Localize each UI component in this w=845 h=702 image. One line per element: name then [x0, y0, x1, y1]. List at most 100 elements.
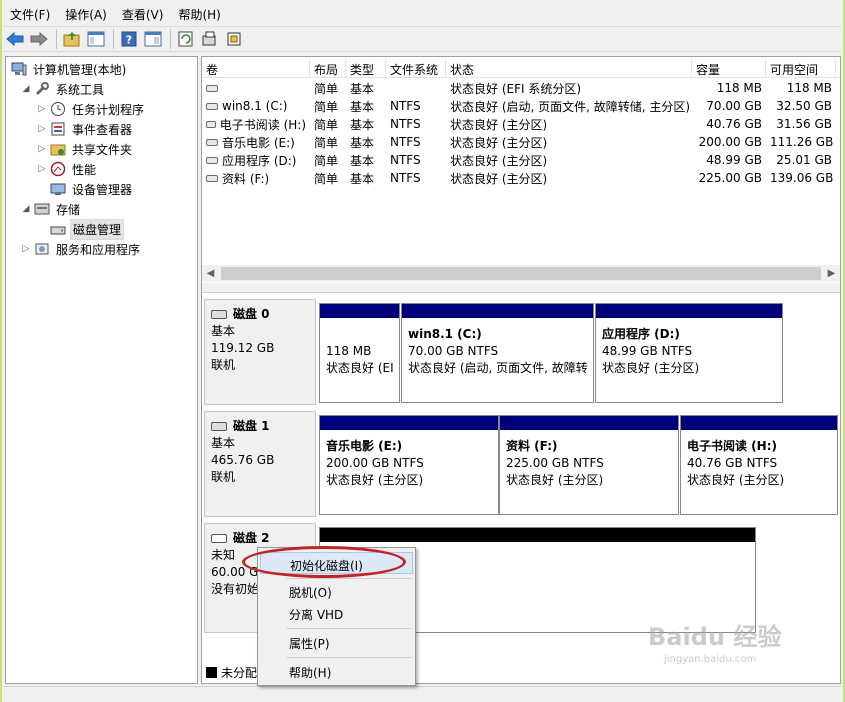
app-window: 文件(F) 操作(A) 查看(V) 帮助(H) ? 计算机管理(本地) ◢ 系统… [2, 0, 843, 702]
partition-bar [596, 304, 782, 318]
rescan-icon[interactable] [199, 28, 221, 50]
partition-c[interactable]: win8.1 (C:) 70.00 GB NTFS 状态良好 (启动, 页面文件… [401, 303, 594, 403]
navigation-tree: 计算机管理(本地) ◢ 系统工具 ▷ 任务计划程序 ▷ 事件查看器 ▷ 共享文件… [5, 56, 198, 684]
legend-unallocated: 未分配 [221, 666, 258, 680]
partition-efi[interactable]: 118 MB 状态良好 (EI [319, 303, 400, 403]
column-header-filesystem[interactable]: 文件系统 [386, 59, 446, 77]
table-row[interactable]: win8.1 (C:) 简单 基本 NTFS 状态良好 (启动, 页面文件, 故… [202, 97, 840, 115]
disk-name: 磁盘 1 [233, 419, 270, 433]
capacity-cell: 70.00 GB [706, 99, 762, 113]
unknown-disk-icon [211, 534, 227, 543]
filesystem-cell: NTFS [390, 171, 421, 185]
horizontal-scrollbar[interactable]: ◀ ▶ [202, 265, 840, 282]
performance-icon [50, 161, 66, 177]
tree-item-services[interactable]: ▷ 服务和应用程序 [20, 239, 142, 259]
partition-h[interactable]: 电子书阅读 (H:) 40.76 GB NTFS 状态良好 (主分区) [680, 415, 838, 515]
tree-item-computer-management[interactable]: 计算机管理(本地) [9, 59, 128, 79]
toolbar-separator [170, 29, 171, 49]
tree-item-shared-folders[interactable]: ▷ 共享文件夹 [36, 139, 134, 159]
tree-item-system-tools[interactable]: ◢ 系统工具 [20, 79, 106, 99]
menu-item-offline[interactable]: 脱机(O) [260, 580, 413, 602]
pane-splitter[interactable] [202, 283, 840, 293]
expand-arrow-icon[interactable]: ▷ [36, 104, 48, 114]
layout-cell: 简单 [314, 99, 339, 114]
drive-icon [206, 156, 218, 164]
tree-item-label: 共享文件夹 [72, 142, 133, 157]
highlight-ring [242, 546, 406, 578]
partition-f[interactable]: 资料 (F:) 225.00 GB NTFS 状态良好 (主分区) [499, 415, 679, 515]
expand-arrow-icon[interactable]: ▷ [36, 124, 48, 134]
tree-item-storage[interactable]: ◢ 存储 [20, 199, 82, 219]
scroll-left-icon[interactable]: ◀ [202, 268, 219, 279]
menu-item-detach-vhd[interactable]: 分离 VHD [260, 602, 413, 624]
menu-file[interactable]: 文件(F) [2, 3, 57, 25]
column-header-layout[interactable]: 布局 [310, 59, 346, 77]
tree-item-label: 计算机管理(本地) [33, 62, 127, 77]
legend: 未分配 [206, 664, 257, 681]
filesystem-cell: NTFS [390, 135, 421, 149]
menu-action[interactable]: 操作(A) [57, 3, 114, 25]
tree-item-event-viewer[interactable]: ▷ 事件查看器 [36, 119, 134, 139]
filesystem-cell: NTFS [390, 99, 421, 113]
expand-arrow-icon[interactable]: ▷ [20, 244, 32, 254]
column-header-status[interactable]: 状态 [446, 59, 692, 77]
expand-arrow-icon[interactable]: ▷ [36, 164, 48, 174]
column-header-type[interactable]: 类型 [346, 59, 386, 77]
menu-item-properties[interactable]: 属性(P) [260, 631, 413, 653]
tree-item-device-manager[interactable]: 设备管理器 [48, 179, 134, 199]
tree-item-task-scheduler[interactable]: ▷ 任务计划程序 [36, 99, 146, 119]
capacity-cell: 40.76 GB [706, 117, 762, 131]
forward-icon[interactable] [28, 28, 50, 50]
free-space-cell: 111.26 GB [770, 135, 834, 149]
type-cell: 基本 [350, 171, 375, 186]
partition-title: 资料 (F:) [506, 439, 558, 453]
clock-icon [50, 101, 66, 117]
column-header-free-space[interactable]: 可用空间 [766, 59, 836, 77]
volume-list: 简单 基本 状态良好 (EFI 系统分区) 118 MB 118 MB win8… [202, 79, 840, 187]
menu-help[interactable]: 帮助(H) [170, 3, 227, 25]
drive-icon [206, 120, 216, 128]
free-space-cell: 32.50 GB [776, 99, 832, 113]
back-icon[interactable] [4, 28, 26, 50]
scroll-right-icon[interactable]: ▶ [823, 268, 840, 279]
partition-bar [320, 416, 498, 430]
table-row[interactable]: 资料 (F:) 简单 基本 NTFS 状态良好 (主分区) 225.00 GB … [202, 169, 840, 187]
tree-item-label: 性能 [72, 162, 97, 177]
tree-item-label: 事件查看器 [72, 122, 133, 137]
capacity-cell: 225.00 GB [698, 171, 762, 185]
partition-size: 200.00 GB NTFS [326, 456, 424, 470]
storage-icon [34, 201, 50, 217]
partition-bar [681, 416, 837, 430]
partition-status: 状态良好 (主分区) [602, 361, 700, 375]
column-header-volume[interactable]: 卷 [202, 59, 310, 77]
drive-icon [206, 138, 218, 146]
collapse-arrow-icon[interactable]: ◢ [20, 84, 32, 94]
disk-1-label[interactable]: 磁盘 1 基本 465.76 GB 联机 [204, 411, 316, 517]
table-row[interactable]: 电子书阅读 (H:) 简单 基本 NTFS 状态良好 (主分区) 40.76 G… [202, 115, 840, 133]
partition-d[interactable]: 应用程序 (D:) 48.99 GB NTFS 状态良好 (主分区) [595, 303, 783, 403]
tree-item-label: 磁盘管理 [70, 218, 125, 240]
settings-icon[interactable] [223, 28, 245, 50]
shared-folder-icon [50, 141, 66, 157]
menu-item-help[interactable]: 帮助(H) [260, 660, 413, 682]
drive-icon [206, 84, 218, 92]
collapse-arrow-icon[interactable]: ◢ [20, 204, 32, 214]
up-folder-icon[interactable] [61, 28, 83, 50]
partition-e[interactable]: 音乐电影 (E:) 200.00 GB NTFS 状态良好 (主分区) [319, 415, 499, 515]
scrollbar-thumb[interactable] [221, 267, 821, 280]
tree-item-disk-management[interactable]: 磁盘管理 [48, 218, 125, 240]
table-row[interactable]: 简单 基本 状态良好 (EFI 系统分区) 118 MB 118 MB [202, 79, 840, 97]
expand-arrow-icon[interactable]: ▷ [36, 144, 48, 154]
properties-pane-icon[interactable] [142, 28, 164, 50]
svg-text:?: ? [126, 34, 132, 47]
column-header-capacity[interactable]: 容量 [692, 59, 766, 77]
refresh-icon[interactable] [175, 28, 197, 50]
show-tree-icon[interactable] [85, 28, 107, 50]
tree-item-performance[interactable]: ▷ 性能 [36, 159, 98, 179]
menu-separator [286, 578, 412, 579]
table-row[interactable]: 应用程序 (D:) 简单 基本 NTFS 状态良好 (主分区) 48.99 GB… [202, 151, 840, 169]
table-row[interactable]: 音乐电影 (E:) 简单 基本 NTFS 状态良好 (主分区) 200.00 G… [202, 133, 840, 151]
disk-0-label[interactable]: 磁盘 0 基本 119.12 GB 联机 [204, 299, 316, 405]
menu-view[interactable]: 查看(V) [114, 3, 171, 25]
help-icon[interactable]: ? [118, 28, 140, 50]
